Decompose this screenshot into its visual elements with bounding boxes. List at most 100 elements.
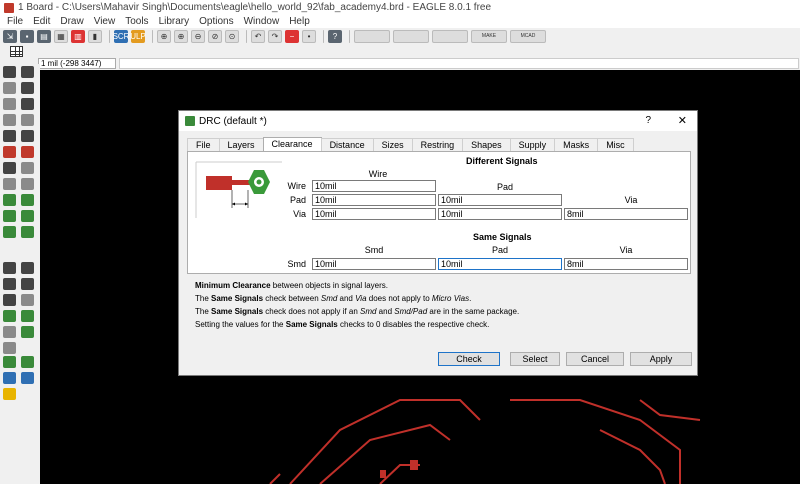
schematic-icon[interactable]: ▥ xyxy=(71,29,85,43)
lock-icon[interactable] xyxy=(3,162,16,174)
erc-icon[interactable] xyxy=(3,372,16,384)
drc-icon[interactable] xyxy=(21,372,34,384)
tab-supply[interactable]: Supply xyxy=(509,138,556,151)
zoom-out-icon[interactable]: ⊖ xyxy=(191,29,205,43)
smd-via-input[interactable]: 8mil xyxy=(564,258,688,270)
show-icon[interactable] xyxy=(21,66,34,78)
smd-pad-input[interactable]: 10mil xyxy=(438,258,562,270)
design-link-icon[interactable] xyxy=(354,29,390,43)
pcb-quote-icon[interactable] xyxy=(432,29,468,43)
help-button[interactable]: ? xyxy=(645,115,651,126)
zoom-in-icon[interactable]: ⊕ xyxy=(174,29,188,43)
tab-shapes[interactable]: Shapes xyxy=(462,138,511,151)
menu-view[interactable]: View xyxy=(89,16,121,27)
select-icon[interactable] xyxy=(3,82,16,94)
ripup-icon[interactable] xyxy=(21,210,34,222)
optimize-icon[interactable] xyxy=(3,194,16,206)
hole-icon[interactable] xyxy=(21,310,34,322)
circle-icon[interactable] xyxy=(3,278,16,290)
ratsnest-icon[interactable] xyxy=(3,326,16,338)
apply-button[interactable]: Apply xyxy=(630,352,692,366)
coordinate-display: 1 mil (-298 3447) xyxy=(38,58,116,69)
split-icon[interactable] xyxy=(21,178,34,190)
paste-icon[interactable] xyxy=(21,114,34,126)
mirror-icon[interactable] xyxy=(3,178,16,190)
tab-misc[interactable]: Misc xyxy=(597,138,634,151)
info-icon[interactable] xyxy=(3,66,16,78)
tab-masks[interactable]: Masks xyxy=(554,138,599,151)
autorouter-icon[interactable] xyxy=(21,226,34,238)
menu-options[interactable]: Options xyxy=(194,16,238,27)
wrench-icon[interactable] xyxy=(21,130,34,142)
via-icon[interactable] xyxy=(3,310,16,322)
stop-icon[interactable]: − xyxy=(285,29,299,43)
fusion-icon[interactable] xyxy=(393,29,429,43)
command-line[interactable] xyxy=(119,58,799,69)
print-icon[interactable]: ▤ xyxy=(37,29,51,43)
grid-icon[interactable] xyxy=(10,45,23,57)
pad-wire-input[interactable]: 10mil xyxy=(312,194,436,206)
text-icon[interactable] xyxy=(21,262,34,274)
layers-icon[interactable]: ▮ xyxy=(88,29,102,43)
menu-file[interactable]: File xyxy=(2,16,28,27)
dimension-icon[interactable] xyxy=(3,342,16,354)
note-line: The Same Signals check does not apply if… xyxy=(195,307,520,316)
attribute-icon[interactable] xyxy=(21,326,34,338)
undo-icon[interactable]: ↶ xyxy=(251,29,265,43)
menu-edit[interactable]: Edit xyxy=(28,16,55,27)
menu-draw[interactable]: Draw xyxy=(55,16,88,27)
replace-icon[interactable] xyxy=(21,146,34,158)
go-icon[interactable]: • xyxy=(302,29,316,43)
line-icon[interactable] xyxy=(3,262,16,274)
delete-icon[interactable] xyxy=(3,130,16,142)
add-icon[interactable] xyxy=(3,146,16,158)
script-icon[interactable]: SCR xyxy=(113,29,129,43)
errors-warning-icon[interactable] xyxy=(3,388,16,400)
route-icon[interactable] xyxy=(3,210,16,222)
help-icon[interactable]: ? xyxy=(328,29,342,43)
menu-library[interactable]: Library xyxy=(154,16,195,27)
mcad-icon[interactable]: MCAD xyxy=(510,29,546,43)
group-icon[interactable] xyxy=(3,98,16,110)
zoom-redraw-icon[interactable]: ⊘ xyxy=(208,29,222,43)
arc-icon[interactable] xyxy=(21,278,34,290)
close-icon[interactable]: ✕ xyxy=(678,114,687,127)
via-wire-input[interactable]: 10mil xyxy=(312,208,436,220)
zoom-fit-icon[interactable]: ⊕ xyxy=(157,29,171,43)
smash-icon[interactable] xyxy=(21,162,34,174)
rotate-icon[interactable] xyxy=(21,98,34,110)
tab-distance[interactable]: Distance xyxy=(320,138,374,151)
check-button[interactable]: Check xyxy=(438,352,500,366)
tab-clearance[interactable]: Clearance xyxy=(262,137,322,151)
note-line: The Same Signals check between Smd and V… xyxy=(195,294,472,303)
save-icon[interactable]: ▪ xyxy=(20,29,34,43)
menu-window[interactable]: Window xyxy=(239,16,285,27)
via-pad-input[interactable]: 10mil xyxy=(438,208,562,220)
tab-layers[interactable]: Layers xyxy=(218,138,264,151)
tab-sizes[interactable]: Sizes xyxy=(372,138,413,151)
pad-pad-input[interactable]: 10mil xyxy=(438,194,562,206)
cam-icon[interactable]: ▦ xyxy=(54,29,68,43)
tab-restring[interactable]: Restring xyxy=(411,138,464,151)
rectangle-icon[interactable] xyxy=(3,294,16,306)
name-icon[interactable] xyxy=(21,356,34,368)
mark-icon[interactable] xyxy=(3,356,16,368)
wire-wire-input[interactable]: 10mil xyxy=(312,180,436,192)
polygon-icon[interactable] xyxy=(21,294,34,306)
menu-tools[interactable]: Tools xyxy=(120,16,153,27)
redo-icon[interactable]: ↷ xyxy=(268,29,282,43)
zoom-select-icon[interactable]: ⊙ xyxy=(225,29,239,43)
copy-icon[interactable] xyxy=(3,114,16,126)
cancel-button[interactable]: Cancel xyxy=(566,352,624,366)
signal-icon[interactable] xyxy=(3,226,16,238)
menu-help[interactable]: Help xyxy=(284,16,315,27)
move-icon[interactable] xyxy=(21,82,34,94)
tab-file[interactable]: File xyxy=(187,138,220,151)
via-via-input[interactable]: 8mil xyxy=(564,208,688,220)
smd-smd-input[interactable]: 10mil xyxy=(312,258,436,270)
ulp-icon[interactable]: ULP xyxy=(130,29,146,43)
select-button[interactable]: Select xyxy=(510,352,560,366)
meander-icon[interactable] xyxy=(21,194,34,206)
open-icon[interactable]: ⇲ xyxy=(3,29,17,43)
make-icon[interactable]: MAKE xyxy=(471,29,507,43)
